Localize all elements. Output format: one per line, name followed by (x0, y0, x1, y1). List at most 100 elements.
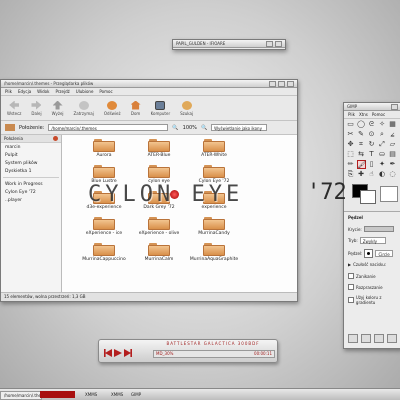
forward-button[interactable]: Dalej (31, 100, 42, 116)
reload-button[interactable]: Odśwież (104, 100, 121, 116)
opacity-slider[interactable] (363, 226, 394, 232)
file-manager-titlebar[interactable]: /home/marcin/.themes - Przeglądarka plik… (1, 80, 297, 88)
prev-icon[interactable] (104, 349, 112, 357)
sidebar-item-cylon-eye[interactable]: Cylon Eye '72 (1, 188, 61, 196)
zoom-out-icon[interactable]: 🔍 (172, 125, 178, 131)
home-button[interactable]: Dom (130, 100, 141, 116)
shear-icon[interactable]: ▱ (388, 140, 397, 149)
sidebar-item-player[interactable]: ..player (1, 196, 61, 204)
pressure-row[interactable]: ▶ Czułość nacisku: (348, 262, 386, 267)
blur-icon[interactable]: ◌ (388, 170, 397, 179)
measure-icon[interactable]: ⦤ (388, 130, 397, 139)
folder-item[interactable]: ATER-Blue (137, 139, 181, 158)
folder-item[interactable]: Aurora (82, 139, 126, 158)
close-icon[interactable] (391, 103, 398, 110)
mini-window-titlebar[interactable]: PAPIL_GULDEN - IFIOARE (173, 40, 285, 48)
menu-view[interactable]: Widok (37, 89, 49, 94)
paintbrush-icon[interactable]: 🖌 (356, 160, 366, 169)
gradient-icon[interactable]: ▤ (388, 150, 397, 159)
save-options-icon[interactable] (348, 334, 358, 343)
gimp-menu-file[interactable]: Plik (348, 112, 355, 117)
menu-file[interactable]: Plik (5, 89, 12, 94)
menu-help[interactable]: Pomoc (99, 89, 112, 94)
delete-options-icon[interactable] (374, 334, 384, 343)
view-mode-select[interactable]: Wyświetlanie jako ikony (211, 124, 268, 131)
back-button[interactable]: Wstecz (7, 100, 21, 116)
maximize-icon[interactable] (278, 80, 285, 87)
taskbar-item-gimp[interactable]: GIMP (128, 391, 144, 398)
brush-preview[interactable] (380, 186, 398, 202)
gimp-menu-xtns[interactable]: Xtns (359, 112, 368, 117)
taskbar-item-file-manager[interactable]: /home/marcin/.themes - Pr... (0, 391, 61, 400)
color-select-icon[interactable]: ▦ (388, 120, 397, 129)
zoom-icon[interactable]: ⌕ (378, 130, 387, 139)
paths-icon[interactable]: ✎ (357, 130, 366, 139)
taskbar-item-xmms[interactable]: XMMS (82, 391, 100, 398)
color-picker-icon[interactable]: ⊙ (367, 130, 376, 139)
smudge-icon[interactable]: ☝ (367, 170, 376, 179)
menu-bookmarks[interactable]: Ulubione (76, 89, 94, 94)
folder-item[interactable]: MurrinaCappuccino (82, 243, 126, 262)
clone-icon[interactable]: ⎘ (346, 170, 355, 179)
folder-item[interactable]: eXperience - olive (137, 217, 181, 236)
sidebar-item-desktop[interactable]: Pulpit (1, 151, 61, 159)
taskbar-item-xmms-2[interactable]: XMMS (108, 391, 126, 398)
play-icon[interactable] (114, 349, 122, 357)
crop-icon[interactable]: ⌗ (357, 140, 366, 149)
scissors-icon[interactable]: ✂ (346, 130, 355, 139)
brush-dot-icon[interactable] (364, 249, 374, 258)
gimp-menu-help[interactable]: Pomoc (372, 112, 385, 117)
background-color-swatch[interactable] (360, 190, 376, 204)
search-button[interactable]: Szukaj (180, 100, 193, 116)
bucket-icon[interactable]: ⛀ (378, 150, 387, 159)
eraser-icon[interactable]: ▯ (367, 160, 376, 169)
rotate-icon[interactable]: ↻ (367, 140, 376, 149)
dodge-icon[interactable]: ◐ (378, 170, 387, 179)
fade-checkbox[interactable]: Zanikanie (348, 273, 376, 279)
menu-edit[interactable]: Edycja (18, 89, 31, 94)
text-icon[interactable]: T (367, 150, 376, 159)
edit-location-icon[interactable] (5, 124, 15, 131)
close-icon[interactable] (287, 80, 294, 87)
gradient-checkbox[interactable]: Użyj koloru z gradientu (348, 295, 400, 305)
up-button[interactable]: Wyżej (52, 100, 64, 116)
sidebar-item-floppy[interactable]: Dyskietka 1 (1, 167, 61, 175)
restore-options-icon[interactable] (361, 334, 371, 343)
minimize-icon[interactable] (266, 40, 273, 47)
player-seek-bar[interactable]: MD_30% 00:00:11 (153, 350, 275, 358)
folder-item[interactable]: MurrinaCalm (137, 243, 181, 262)
sidebar-item-filesystem[interactable]: System plików (1, 159, 61, 167)
stop-button[interactable]: Zatrzymaj (74, 100, 94, 116)
scale-icon[interactable]: ⤢ (378, 140, 387, 149)
reset-options-icon[interactable] (387, 334, 397, 343)
pencil-icon[interactable]: ✏ (346, 160, 355, 169)
sidebar-item-home[interactable]: marcin (1, 143, 61, 151)
folder-item[interactable]: eXperience - ice (82, 217, 126, 236)
minimize-icon[interactable] (269, 80, 276, 87)
move-icon[interactable]: ✥ (346, 140, 355, 149)
close-icon[interactable] (275, 40, 282, 47)
location-input[interactable]: /home/marcin/.themes (48, 124, 169, 131)
heal-icon[interactable]: ✚ (357, 170, 366, 179)
folder-item[interactable]: ATER-White (192, 139, 236, 158)
ellipse-select-icon[interactable]: ◯ (357, 120, 366, 129)
flip-icon[interactable]: ⇆ (357, 150, 366, 159)
close-sidebar-icon[interactable] (53, 136, 58, 141)
ink-icon[interactable]: ✒ (388, 160, 397, 169)
folder-item[interactable]: MurrinaAquaGraphite (190, 243, 238, 262)
folder-item[interactable]: MurrinaCandy (192, 217, 236, 236)
sidebar-header[interactable]: Położenia (1, 135, 61, 143)
jitter-checkbox[interactable]: Rozpraszanie (348, 284, 383, 290)
gimp-titlebar[interactable]: GIMP (344, 103, 400, 111)
lasso-icon[interactable]: ᘓ (367, 120, 376, 129)
next-icon[interactable] (124, 349, 132, 357)
computer-button[interactable]: Komputer (151, 100, 170, 116)
airbrush-icon[interactable]: ✦ (378, 160, 387, 169)
wand-icon[interactable]: ✧ (378, 120, 387, 129)
perspective-icon[interactable]: ⬚ (346, 150, 355, 159)
mode-select[interactable]: Zwykły (359, 237, 386, 244)
sidebar-item-work-in-progress[interactable]: Work in Progress (1, 180, 61, 188)
menu-go[interactable]: Przejdź (55, 89, 69, 94)
zoom-in-icon[interactable]: 🔍 (201, 125, 207, 131)
rect-select-icon[interactable]: ▭ (346, 120, 355, 129)
